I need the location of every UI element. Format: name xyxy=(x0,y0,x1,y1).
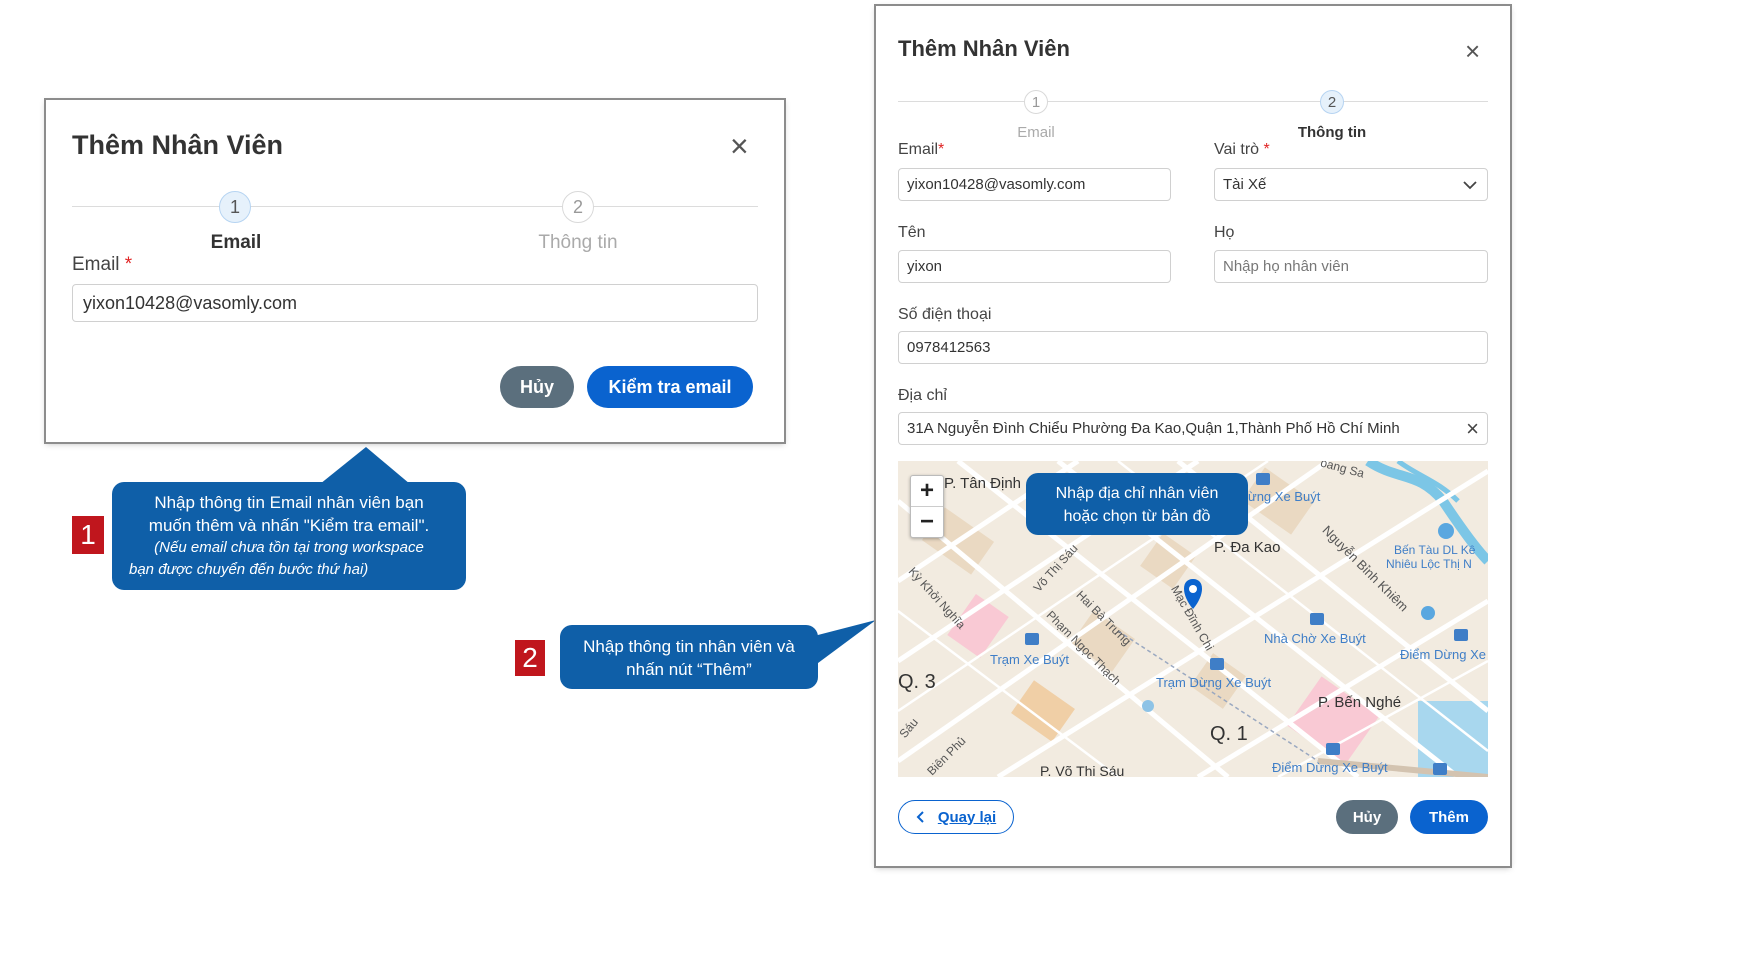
first-name-label: Tên xyxy=(898,224,926,241)
step-1-indicator: 1 xyxy=(1024,90,1048,114)
map-label: Q. 1 xyxy=(1210,723,1248,745)
modal-title: Thêm Nhân Viên xyxy=(898,36,1070,61)
phone-input[interactable]: 0978412563 xyxy=(898,331,1488,364)
first-name-input[interactable]: yixon xyxy=(898,250,1171,283)
phone-label: Số điện thoại xyxy=(898,306,992,323)
last-name-label: Họ xyxy=(1214,224,1235,241)
add-button[interactable]: Thêm xyxy=(1410,800,1488,834)
map-label: Điểm Dừng Xe Buýt xyxy=(1272,760,1388,775)
map-label: ừng Xe Buýt xyxy=(1248,489,1321,504)
email-label: Email* xyxy=(898,141,945,158)
clear-icon[interactable]: × xyxy=(1466,416,1479,442)
role-label: Vai trò * xyxy=(1214,141,1270,158)
info-step-modal: Thêm Nhân Viên × 1 2 Email Thông tin Ema… xyxy=(876,6,1510,866)
back-button[interactable]: Quay lại xyxy=(898,800,1014,834)
step-2-indicator: 2 xyxy=(1320,90,1344,114)
map-label: Q. 3 xyxy=(898,671,936,693)
map-label: P. Võ Thị Sáu xyxy=(1040,763,1125,777)
step-1-number-badge: 1 xyxy=(72,516,104,554)
map-label: Bến Tàu DL Kê xyxy=(1394,543,1476,557)
map-label: P. Bến Nghé xyxy=(1318,694,1402,711)
map-zoom-control: + − xyxy=(910,475,944,538)
required-mark: * xyxy=(938,141,945,158)
step-2-number-badge: 2 xyxy=(515,640,545,676)
callout-step-1: Nhập thông tin Email nhân viên bạn muốn … xyxy=(112,482,466,590)
step-2-label: Thông tin xyxy=(1297,124,1367,141)
map-label: Nhà Chờ Xe Buýt xyxy=(1264,631,1366,646)
chevron-down-icon xyxy=(1463,180,1477,189)
map-label: Trạm Xe Buýt xyxy=(990,652,1069,667)
stepper-line xyxy=(898,101,1488,102)
callout-step-2: Nhập thông tin nhân viên và nhấn nút “Th… xyxy=(560,625,818,689)
address-input[interactable]: 31A Nguyễn Đình Chiểu Phường Đa Kao,Quận… xyxy=(898,412,1488,445)
role-select[interactable]: Tài Xế xyxy=(1214,168,1488,201)
chevron-left-icon xyxy=(916,811,924,823)
last-name-input[interactable]: Nhập họ nhân viên xyxy=(1214,250,1488,283)
close-icon[interactable]: × xyxy=(1465,38,1480,64)
zoom-in-button[interactable]: + xyxy=(911,476,943,507)
required-mark: * xyxy=(1263,141,1270,158)
cancel-button[interactable]: Hủy xyxy=(1336,800,1398,834)
map-label: Trạm Dừng Xe Buýt xyxy=(1156,675,1272,690)
email-input[interactable]: yixon10428@vasomly.com xyxy=(898,168,1171,201)
step-1-label: Email xyxy=(1017,124,1055,141)
callout-map: Nhập địa chỉ nhân viên hoặc chọn từ bản … xyxy=(1026,473,1248,535)
map-label: P. Tân Định xyxy=(944,475,1021,492)
map-label: Nhiêu Lộc Thị N xyxy=(1386,557,1472,571)
map-label: Điểm Dừng Xe xyxy=(1400,647,1487,662)
zoom-out-button[interactable]: − xyxy=(911,507,943,537)
address-label: Địa chỉ xyxy=(898,387,947,404)
map-label: P. Đa Kao xyxy=(1214,539,1281,556)
